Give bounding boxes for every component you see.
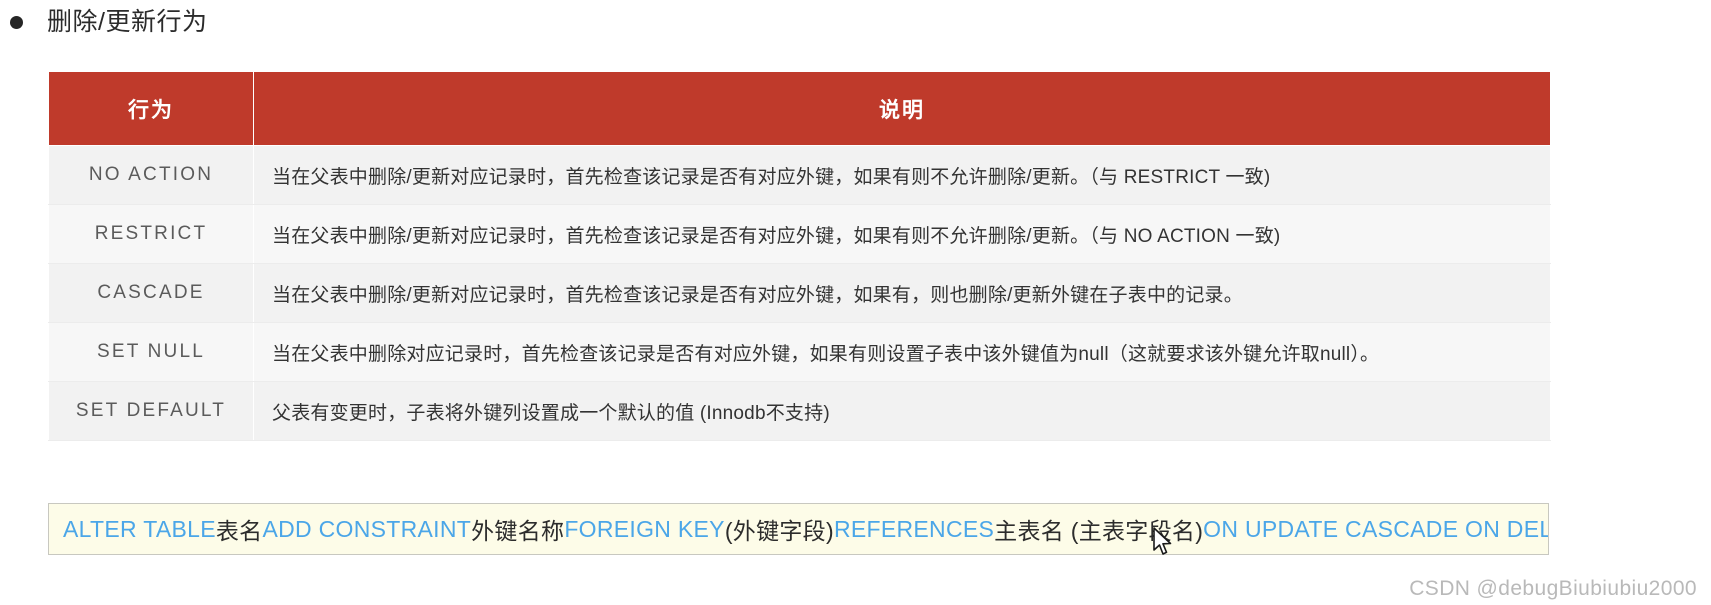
- cell-desc: 父表有变更时，子表将外键列设置成一个默认的值 (Innodb不支持): [253, 381, 1551, 441]
- sql-token-operand: 表名: [215, 518, 263, 544]
- sql-token-keyword: FOREIGN KEY: [564, 515, 725, 542]
- table-row: SET NULL 当在父表中删除对应记录时，首先检查该记录是否有对应外键，如果有…: [48, 322, 1551, 382]
- bullet-heading: 删除/更新行为: [10, 10, 207, 35]
- page-root: 删除/更新行为 行为 说明 NO ACTION 当在父表中删除/更新对应记录时，…: [0, 0, 1711, 605]
- cell-desc: 当在父表中删除/更新对应记录时，首先检查该记录是否有对应外键，如果有，则也删除/…: [253, 263, 1551, 323]
- cell-desc: 当在父表中删除/更新对应记录时，首先检查该记录是否有对应外键，如果有则不允许删除…: [253, 204, 1551, 264]
- sql-syntax-bar: ALTER TABLE 表名 ADD CONSTRAINT 外键名称 FOREIGN K…: [48, 503, 1549, 555]
- cell-action: RESTRICT: [48, 204, 254, 264]
- table-row: NO ACTION 当在父表中删除/更新对应记录时，首先检查该记录是否有对应外键…: [48, 145, 1551, 205]
- behavior-table-wrapper: 行为 说明 NO ACTION 当在父表中删除/更新对应记录时，首先检查该记录是…: [48, 71, 1551, 441]
- sql-token-operand: (外键字段): [724, 518, 834, 544]
- cell-action: SET NULL: [48, 322, 254, 382]
- behavior-table: 行为 说明 NO ACTION 当在父表中删除/更新对应记录时，首先检查该记录是…: [48, 71, 1551, 441]
- table-row: SET DEFAULT 父表有变更时，子表将外键列设置成一个默认的值 (Inno…: [48, 381, 1551, 441]
- column-header-action: 行为: [48, 71, 254, 146]
- cell-action: CASCADE: [48, 263, 254, 323]
- sql-token-keyword: ADD CONSTRAINT: [262, 515, 472, 542]
- watermark-text: CSDN @debugBiubiubiu2000: [1409, 577, 1697, 600]
- cell-action: NO ACTION: [48, 145, 254, 205]
- sql-token-keyword: REFERENCES: [833, 515, 995, 542]
- sql-token-keyword: ALTER TABLE: [63, 515, 216, 542]
- table-body: NO ACTION 当在父表中删除/更新对应记录时，首先检查该记录是否有对应外键…: [48, 145, 1551, 441]
- heading-text: 删除/更新行为: [47, 8, 208, 36]
- cell-desc: 当在父表中删除/更新对应记录时，首先检查该记录是否有对应外键，如果有则不允许删除…: [253, 145, 1551, 205]
- cell-action: SET DEFAULT: [48, 381, 254, 441]
- bullet-dot-icon: [10, 16, 23, 29]
- column-header-desc: 说明: [253, 71, 1551, 146]
- cell-desc: 当在父表中删除对应记录时，首先检查该记录是否有对应外键，如果有则设置子表中该外键…: [253, 322, 1551, 382]
- sql-token-keyword: ON UPDATE CASCADE ON DELETE CASCADE;: [1203, 515, 1549, 542]
- table-header-row: 行为 说明: [48, 71, 1551, 146]
- table-row: RESTRICT 当在父表中删除/更新对应记录时，首先检查该记录是否有对应外键，…: [48, 204, 1551, 264]
- sql-token-operand: 外键名称: [471, 518, 565, 544]
- table-row: CASCADE 当在父表中删除/更新对应记录时，首先检查该记录是否有对应外键，如…: [48, 263, 1551, 323]
- sql-token-operand: 主表名 (主表字段名): [994, 518, 1204, 544]
- table-head: 行为 说明: [48, 71, 1551, 146]
